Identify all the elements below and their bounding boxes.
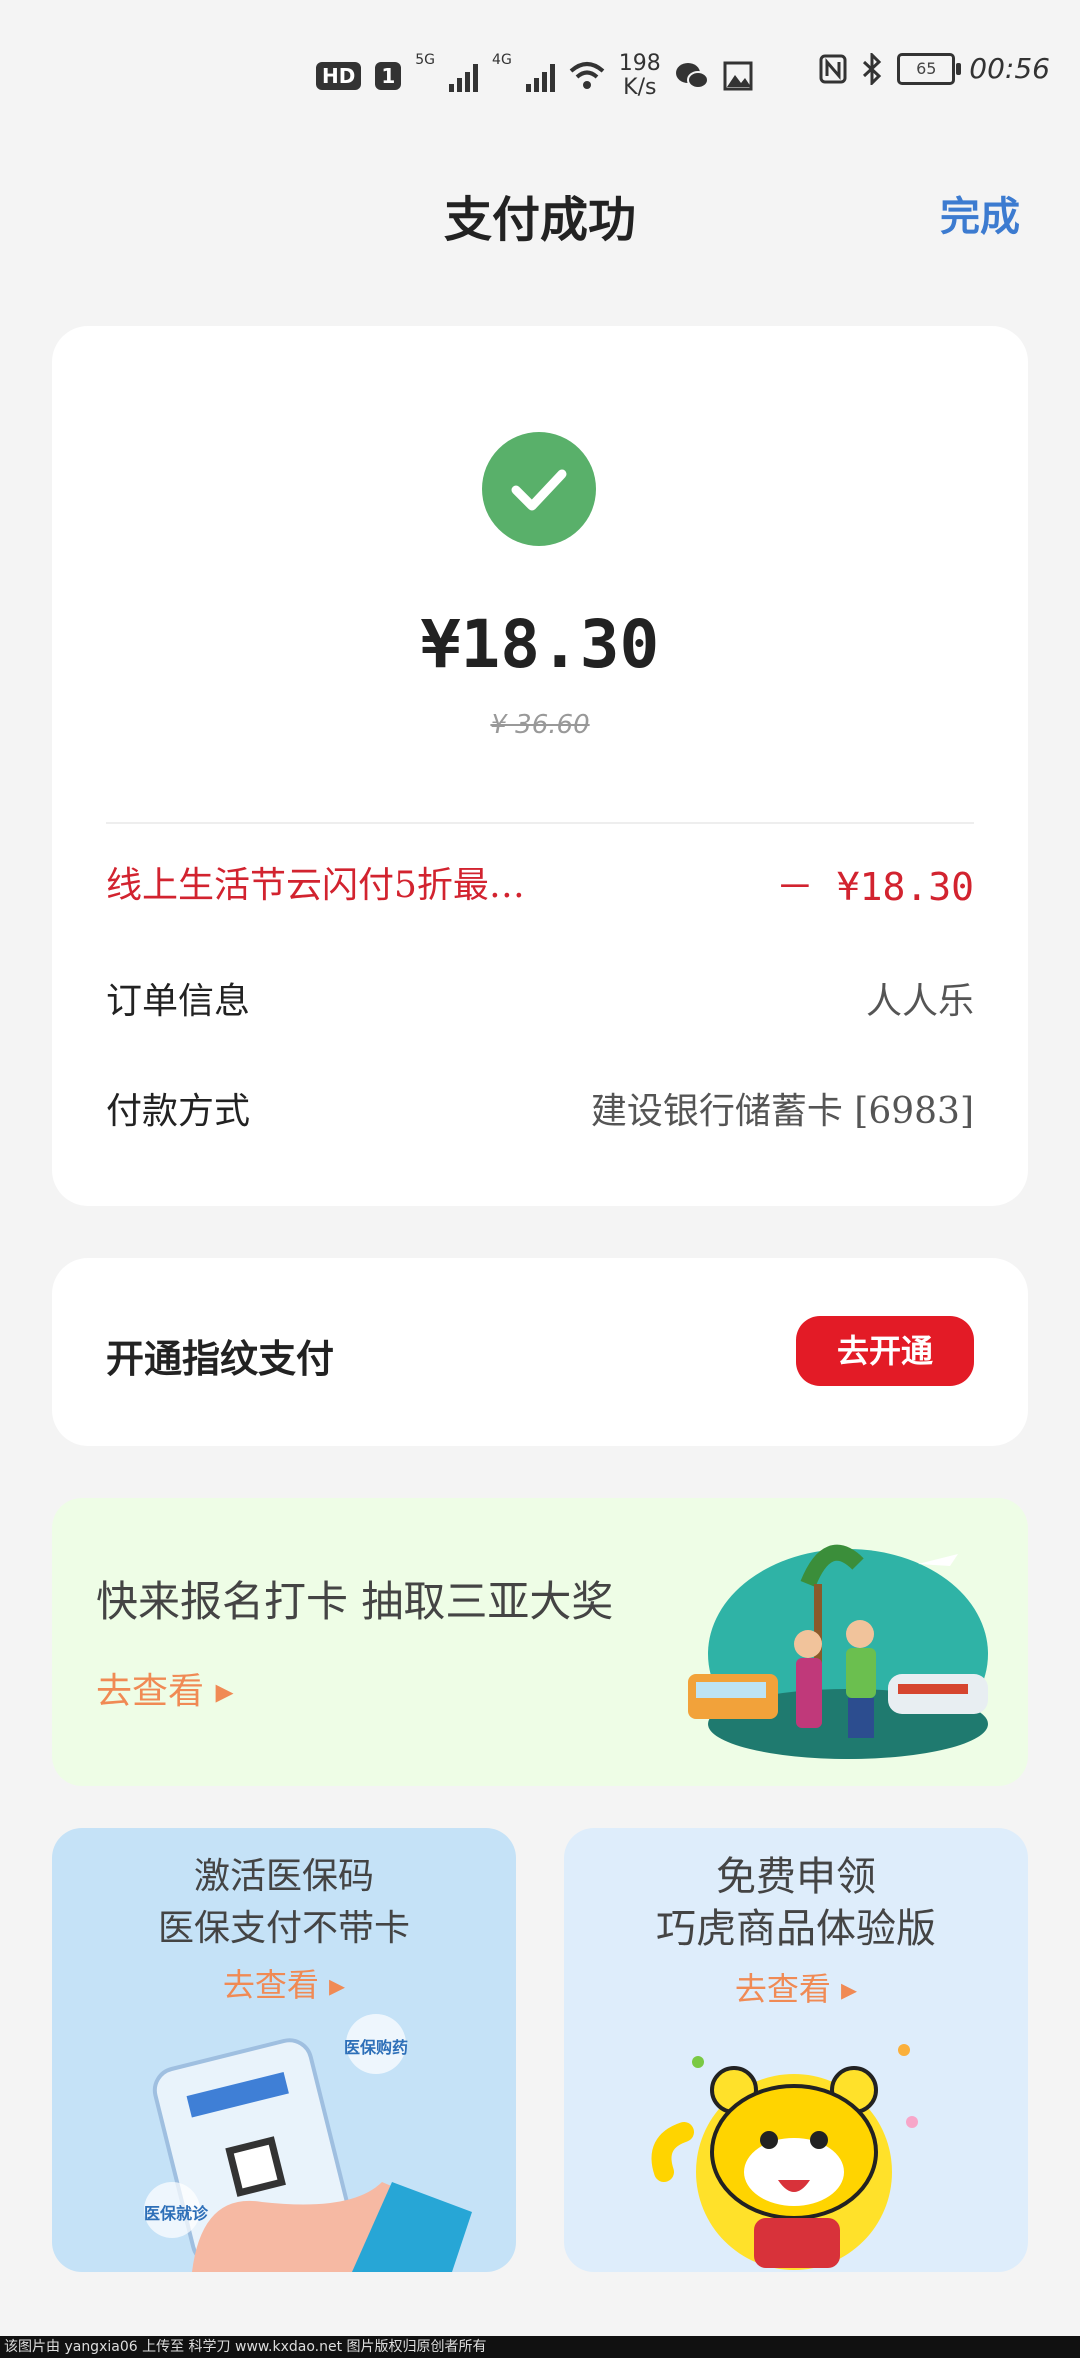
order-info-value: 人人乐: [865, 981, 974, 1022]
discount-value: － ¥18.30: [775, 865, 974, 909]
fingerprint-card: 开通指纹支付 去开通: [52, 1258, 1028, 1446]
status-right: 65 00:56: [819, 52, 1050, 85]
bubble-buy-medicine: 医保购药: [344, 2038, 409, 2057]
fingerprint-label: 开通指纹支付: [106, 1337, 335, 1381]
gallery-icon: [723, 61, 753, 91]
status-left: HD 1 5G 4G 198 K/s: [316, 52, 753, 100]
hd-badge: HD: [316, 62, 362, 90]
bubble-visit-doctor: 医保就诊: [144, 2204, 209, 2223]
discount-row: 线上生活节云闪付5折最… － ¥18.30: [106, 856, 974, 916]
payment-method-value: 建设银行储蓄卡 [6983]: [590, 1091, 974, 1132]
battery-icon: 65: [897, 52, 962, 85]
tiger-mascot-illustration: [651, 2044, 918, 2270]
banner-link[interactable]: 去查看 ▸: [96, 1662, 234, 1714]
order-info-label: 订单信息: [106, 981, 251, 1022]
net2-label: 4G: [492, 52, 512, 68]
medical-insurance-tile[interactable]: 激活医保码 医保支付不带卡 去查看 ▸ 医保购药 医保就诊: [52, 1828, 516, 2272]
clock: 00:56: [969, 52, 1050, 85]
original-amount: ¥ 36.60: [490, 710, 590, 740]
done-button[interactable]: 完成: [940, 184, 1020, 242]
tile-left-line2: 医保支付不带卡: [157, 1908, 410, 1949]
tile-left-link[interactable]: 去查看 ▸: [52, 1960, 516, 2006]
net1-label: 5G: [415, 52, 436, 68]
speed-value: 198: [618, 51, 661, 76]
tile-right-link[interactable]: 去查看 ▸: [564, 1964, 1028, 2010]
tile-right-line1: 免费申领: [716, 1854, 876, 1900]
nfc-icon: [819, 54, 847, 83]
divider: [106, 822, 974, 824]
payment-result-card: ¥18.30 ¥ 36.60 线上生活节云闪付5折最… － ¥18.30 订单信…: [52, 326, 1028, 1206]
status-bar: HD 1 5G 4G 198 K/s 65 00:56: [0, 0, 1080, 120]
tile-left-line1: 激活医保码: [193, 1856, 374, 1897]
wechat-icon: [675, 63, 709, 89]
wifi-icon: [569, 62, 605, 89]
promo-banner[interactable]: 快来报名打卡 抽取三亚大奖 去查看 ▸: [52, 1498, 1028, 1786]
watermark: 该图片由 yangxia06 上传至 科学刀 www.kxdao.net 图片版…: [0, 2336, 1080, 2358]
order-info-row: 订单信息 人人乐: [106, 972, 974, 1032]
payment-method-row: 付款方式 建设银行储蓄卡 [6983]: [106, 1082, 974, 1142]
signal-icon: [525, 60, 555, 92]
banner-title: 快来报名打卡 抽取三亚大奖: [96, 1577, 614, 1626]
sim-badge: 1: [375, 62, 402, 90]
phone-in-hand-illustration: [144, 2014, 472, 2272]
net-speed: 198 K/s: [619, 52, 661, 100]
signal-icon: [449, 60, 479, 92]
travel-illustration: [688, 1544, 988, 1759]
header: 支付成功 完成: [0, 170, 1080, 250]
paid-amount: ¥18.30: [420, 606, 660, 683]
tile-right-line2: 巧虎商品体验版: [656, 1906, 936, 1952]
success-check-icon: [482, 432, 596, 546]
discount-label: 线上生活节云闪付5折最…: [106, 865, 525, 906]
qiaohu-trial-tile[interactable]: 免费申领 巧虎商品体验版 去查看 ▸: [564, 1828, 1028, 2272]
payment-method-label: 付款方式: [106, 1091, 251, 1132]
bluetooth-icon: [863, 52, 882, 85]
page-title: 支付成功: [443, 192, 636, 248]
enable-fingerprint-button[interactable]: 去开通: [796, 1316, 974, 1386]
speed-unit: K/s: [623, 75, 657, 100]
